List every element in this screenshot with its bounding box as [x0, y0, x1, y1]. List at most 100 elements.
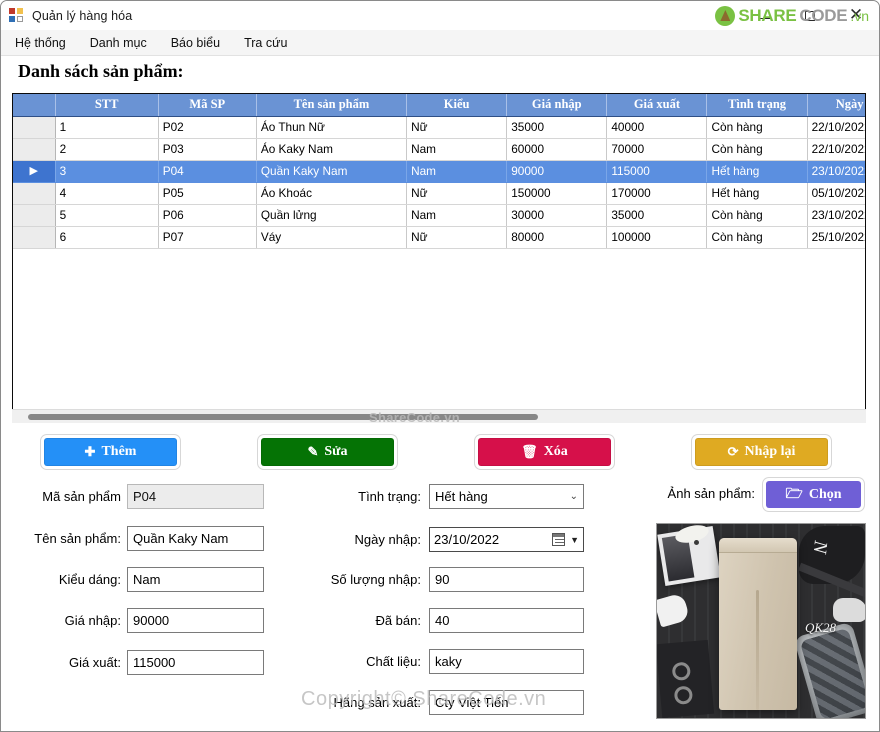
ten-san-pham-field[interactable]: Quần Kaky Nam — [127, 526, 264, 551]
cell-ma-sp[interactable]: P04 — [158, 160, 257, 183]
cell-ngay-nhap[interactable]: 05/10/2022 — [807, 182, 865, 205]
cell-ngay-nhap[interactable]: 25/10/2022 — [807, 226, 865, 249]
minimize-button[interactable] — [741, 1, 787, 30]
cell-ma-sp[interactable]: P03 — [158, 138, 257, 161]
cell-gia-xuat[interactable]: 40000 — [606, 116, 708, 139]
edit-button[interactable]: ✎ Sửa — [261, 438, 394, 466]
cell-kieu[interactable]: Nam — [406, 138, 508, 161]
grid-scroll-thumb[interactable] — [28, 414, 538, 420]
delete-button[interactable]: 🗑 Xóa — [478, 438, 611, 466]
maximize-button[interactable] — [787, 1, 833, 30]
cell-ma-sp[interactable]: P05 — [158, 182, 257, 205]
close-button[interactable]: ✕ — [833, 1, 879, 30]
cell-ngay-nhap[interactable]: 22/10/2022 — [807, 138, 865, 161]
cell-tinh-trang[interactable]: Còn hàng — [706, 226, 808, 249]
cell-gia-nhap[interactable]: 150000 — [506, 182, 608, 205]
table-row[interactable]: ▶ 3 P04 Quần Kaky Nam Nam 90000 115000 Hết hàng… — [13, 160, 865, 183]
cell-ten-san-pham[interactable]: Áo Thun Nữ — [256, 116, 408, 139]
row-selector[interactable] — [13, 182, 56, 205]
col-header-ma-sp[interactable]: Mã SP — [158, 94, 257, 117]
cell-ma-sp[interactable]: P07 — [158, 226, 257, 249]
sharecode-mark-icon — [715, 6, 736, 26]
table-row[interactable]: 2 P03 Áo Kaky Nam Nam 60000 70000 Còn hàng 22/1… — [13, 138, 865, 161]
cell-ma-sp[interactable]: P06 — [158, 204, 257, 227]
cell-kieu[interactable]: Nữ — [406, 182, 508, 205]
col-header-gia-nhap[interactable]: Giá nhập — [506, 94, 608, 117]
choose-image-label: Chọn — [808, 486, 842, 502]
cell-stt[interactable]: 6 — [55, 226, 159, 249]
table-row[interactable]: 6 P07 Váy Nữ 80000 100000 Còn hàng 25/10/2022 — [13, 226, 865, 249]
row-selector[interactable] — [13, 204, 56, 227]
ngay-nhap-datepicker[interactable]: 23/10/2022 ▼ — [429, 527, 584, 552]
cell-tinh-trang[interactable]: Hết hàng — [706, 182, 808, 205]
menu-item-bao-bieu[interactable]: Báo biểu — [161, 32, 230, 54]
cell-gia-nhap[interactable]: 90000 — [506, 160, 608, 183]
col-header-kieu[interactable]: Kiểu — [406, 94, 508, 117]
cell-ten-san-pham[interactable]: Váy — [256, 226, 408, 249]
da-ban-field[interactable]: 40 — [429, 608, 584, 633]
cell-gia-xuat[interactable]: 170000 — [606, 182, 708, 205]
col-header-ngay-nhap[interactable]: Ngày nhập — [807, 94, 865, 117]
cell-tinh-trang[interactable]: Còn hàng — [706, 138, 808, 161]
cell-stt[interactable]: 5 — [55, 204, 159, 227]
cell-ma-sp[interactable]: P02 — [158, 116, 257, 139]
menu-item-danh-muc[interactable]: Danh mục — [80, 32, 157, 54]
ma-san-pham-field[interactable]: P04 — [127, 484, 264, 509]
cell-ten-san-pham[interactable]: Áo Khoác — [256, 182, 408, 205]
cell-kieu[interactable]: Nữ — [406, 116, 508, 139]
hang-san-xuat-field[interactable]: Cty Việt Tiến — [429, 690, 584, 715]
cell-gia-nhap[interactable]: 30000 — [506, 204, 608, 227]
col-header-gia-xuat[interactable]: Giá xuất — [606, 94, 708, 117]
cell-gia-xuat[interactable]: 115000 — [606, 160, 708, 183]
cell-gia-xuat[interactable]: 70000 — [606, 138, 708, 161]
cell-ngay-nhap[interactable]: 22/10/2022 — [807, 116, 865, 139]
cell-gia-xuat[interactable]: 100000 — [606, 226, 708, 249]
kieu-dang-field[interactable]: Nam — [127, 567, 264, 592]
cell-stt[interactable]: 4 — [55, 182, 159, 205]
cell-gia-xuat[interactable]: 35000 — [606, 204, 708, 227]
table-body: 1 P02 Áo Thun Nữ Nữ 35000 40000 Còn hàng 22/10/… — [13, 116, 865, 249]
menu-item-tra-cuu[interactable]: Tra cứu — [234, 32, 297, 54]
gia-xuat-field[interactable]: 115000 — [127, 650, 264, 675]
cell-gia-nhap[interactable]: 35000 — [506, 116, 608, 139]
col-header-tinh-trang[interactable]: Tình trạng — [706, 94, 808, 117]
menu-item-he-thong[interactable]: Hệ thống — [5, 32, 76, 54]
cell-ngay-nhap[interactable]: 23/10/2022 — [807, 204, 865, 227]
gia-nhap-field[interactable]: 90000 — [127, 608, 264, 633]
cell-kieu[interactable]: Nữ — [406, 226, 508, 249]
choose-image-button[interactable]: 🗁 Chọn — [766, 481, 861, 508]
cell-tinh-trang[interactable]: Còn hàng — [706, 116, 808, 139]
cell-ngay-nhap[interactable]: 23/10/2022 — [807, 160, 865, 183]
cell-gia-nhap[interactable]: 60000 — [506, 138, 608, 161]
add-button-label: Thêm — [101, 444, 137, 459]
cell-stt[interactable]: 1 — [55, 116, 159, 139]
row-selector[interactable] — [13, 116, 56, 139]
col-header-rowmark[interactable] — [13, 94, 56, 117]
tinh-trang-select[interactable]: Hết hàng ⌄ — [429, 484, 584, 509]
product-data-grid[interactable]: STT Mã SP Tên sản phẩm Kiểu Giá nhập Giá… — [12, 93, 866, 423]
so-luong-nhap-field[interactable]: 90 — [429, 567, 584, 592]
table-row[interactable]: 4 P05 Áo Khoác Nữ 150000 170000 Hết hàng 05/10/… — [13, 182, 865, 205]
cell-stt[interactable]: 3 — [55, 160, 159, 183]
cell-kieu[interactable]: Nam — [406, 204, 508, 227]
add-button[interactable]: ✚ Thêm — [44, 438, 177, 466]
row-selector[interactable] — [13, 226, 56, 249]
reset-button[interactable]: ⟳ Nhập lại — [695, 438, 828, 466]
cell-kieu[interactable]: Nam — [406, 160, 508, 183]
table-row[interactable]: 5 P06 Quần lửng Nam 30000 35000 Còn hàng 23/10/… — [13, 204, 865, 227]
cell-ten-san-pham[interactable]: Áo Kaky Nam — [256, 138, 408, 161]
table-row[interactable]: 1 P02 Áo Thun Nữ Nữ 35000 40000 Còn hàng 22/10/… — [13, 116, 865, 139]
cell-tinh-trang[interactable]: Hết hàng — [706, 160, 808, 183]
row-selector[interactable]: ▶ — [13, 160, 56, 183]
chat-lieu-field[interactable]: kaky — [429, 649, 584, 674]
cell-ten-san-pham[interactable]: Quần Kaky Nam — [256, 160, 408, 183]
cell-stt[interactable]: 2 — [55, 138, 159, 161]
grid-horizontal-scrollbar[interactable] — [12, 409, 866, 423]
row-selector[interactable] — [13, 138, 56, 161]
col-header-ten-san-pham[interactable]: Tên sản phẩm — [256, 94, 408, 117]
cell-tinh-trang[interactable]: Còn hàng — [706, 204, 808, 227]
cell-gia-nhap[interactable]: 80000 — [506, 226, 608, 249]
cell-ten-san-pham[interactable]: Quần lửng — [256, 204, 408, 227]
dropdown-arrow-icon[interactable]: ▼ — [570, 535, 579, 545]
col-header-stt[interactable]: STT — [55, 94, 159, 117]
